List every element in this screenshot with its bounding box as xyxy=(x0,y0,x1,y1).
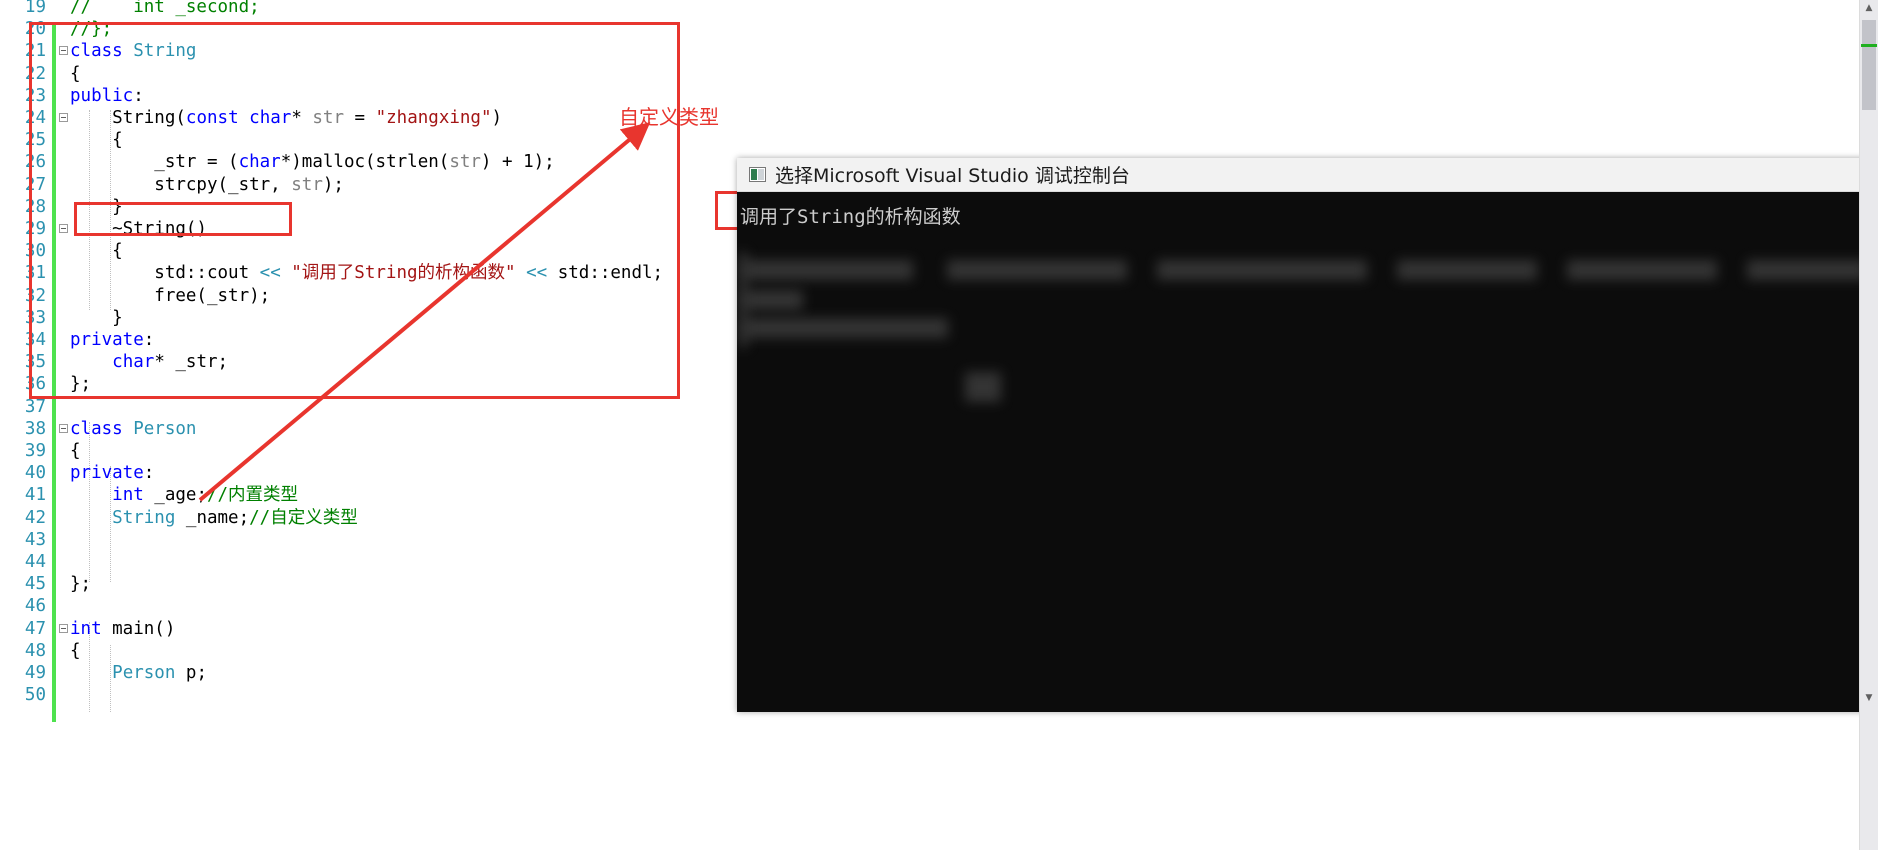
line-number: 45 xyxy=(24,574,46,595)
code-line-text: { xyxy=(70,241,123,262)
code-line-text: Person p; xyxy=(112,663,207,683)
code-line-text: }; xyxy=(70,374,92,395)
line-number: 28 xyxy=(24,196,46,217)
code-line-text: // int _second; xyxy=(70,0,260,17)
line-number: 25 xyxy=(24,130,46,151)
annotation-label-custom-type: 自定义类型 xyxy=(619,105,719,129)
console-output-area[interactable]: 调用了String的析构函数 xyxy=(737,192,1878,712)
code-line-text: { xyxy=(70,640,81,661)
fold-collapse-icon[interactable] xyxy=(59,46,68,56)
console-blurred-text xyxy=(1747,260,1867,280)
console-blurred-text xyxy=(1397,260,1537,280)
console-titlebar[interactable]: 选择Microsoft Visual Studio 调试控制台 xyxy=(737,158,1878,192)
code-line-text: class Person xyxy=(70,418,197,439)
line-number: 35 xyxy=(24,352,46,373)
line-number: 44 xyxy=(24,552,46,572)
code-line-text: ~String() xyxy=(70,219,207,239)
line-number: 36 xyxy=(24,374,46,395)
code-line-text: class String xyxy=(70,41,197,62)
console-blurred-text xyxy=(1567,260,1717,280)
line-number: 20 xyxy=(24,19,46,40)
code-line-text: strcpy(_str, str); xyxy=(70,174,344,195)
code-line-text: std::cout << "调用了String的析构函数" << std::en… xyxy=(70,263,664,284)
line-number: 30 xyxy=(24,241,46,262)
fold-collapse-icon[interactable] xyxy=(59,224,68,233)
line-number: 33 xyxy=(24,307,46,328)
line-number: 40 xyxy=(24,463,46,484)
code-line-text: private: xyxy=(70,330,155,350)
scroll-down-arrow-icon[interactable]: ▼ xyxy=(1860,690,1878,707)
line-number: 46 xyxy=(24,596,46,617)
line-number: 50 xyxy=(24,685,46,706)
code-line-text: int _age;//内置类型 xyxy=(112,485,299,506)
line-number: 27 xyxy=(24,174,46,195)
fold-collapse-icon[interactable] xyxy=(59,423,68,433)
code-line[interactable]: 20 //}; xyxy=(0,18,1548,40)
line-number: 32 xyxy=(24,285,46,306)
console-window-title: 选择Microsoft Visual Studio 调试控制台 xyxy=(775,165,1130,187)
code-line-text: int main() xyxy=(70,618,176,639)
console-blurred-text xyxy=(743,318,948,338)
code-line-text: free(_str); xyxy=(70,285,271,306)
console-app-icon xyxy=(749,167,766,182)
scroll-up-arrow-icon[interactable]: ▲ xyxy=(1860,0,1878,17)
scrollbar-change-marker xyxy=(1861,44,1877,47)
line-number: 37 xyxy=(24,396,46,417)
line-number: 23 xyxy=(24,85,46,106)
fold-collapse-icon[interactable] xyxy=(59,113,68,122)
code-line[interactable]: 25 { xyxy=(0,129,1548,151)
console-blurred-text xyxy=(1157,260,1367,280)
line-number: 21 xyxy=(24,41,46,62)
console-blurred-cursor xyxy=(965,372,1001,402)
console-blurred-text xyxy=(743,290,803,310)
code-line[interactable]: 21 class String xyxy=(0,40,1548,62)
line-number: 43 xyxy=(24,529,46,550)
console-blurred-text xyxy=(947,260,1127,280)
console-blurred-text xyxy=(743,260,913,280)
code-line[interactable]: 24 String(const char* str = "zhangxing") xyxy=(0,107,1548,129)
line-number: 31 xyxy=(24,263,46,284)
line-number: 34 xyxy=(24,330,46,350)
code-line-text: }; xyxy=(70,574,92,595)
code-line-text: //}; xyxy=(70,19,113,40)
code-line[interactable]: 19 // int _second; xyxy=(0,0,1548,18)
console-blurred-text xyxy=(739,252,747,348)
code-line-text: { xyxy=(70,441,81,461)
line-number: 38 xyxy=(24,418,46,439)
code-line-text: } xyxy=(70,307,123,328)
code-line-text: public: xyxy=(70,85,144,106)
line-number: 47 xyxy=(24,618,46,639)
line-number: 41 xyxy=(24,485,46,506)
code-line-text: String _name;//自定义类型 xyxy=(112,507,358,528)
editor-vertical-scrollbar[interactable]: ▲ ▼ xyxy=(1859,0,1878,850)
code-line-text: { xyxy=(70,130,123,151)
line-number: 39 xyxy=(24,441,46,461)
console-window[interactable]: 选择Microsoft Visual Studio 调试控制台 调用了Strin… xyxy=(737,158,1878,712)
line-number: 49 xyxy=(24,663,46,683)
code-line[interactable]: 22 { xyxy=(0,63,1548,85)
code-line-text: private: xyxy=(70,463,155,484)
console-output-line: 调用了String的析构函数 xyxy=(740,206,961,228)
line-number: 48 xyxy=(24,640,46,661)
line-number: 26 xyxy=(24,152,46,173)
line-number: 24 xyxy=(24,108,46,128)
code-line-text: String(const char* str = "zhangxing") xyxy=(112,108,503,128)
code-line-text: char* _str; xyxy=(112,352,229,373)
code-line-text: { xyxy=(70,63,81,84)
code-line-text: _str = (char*)malloc(strlen(str) + 1); xyxy=(70,152,555,173)
line-number: 22 xyxy=(24,63,46,84)
line-number: 29 xyxy=(24,219,46,239)
code-line[interactable]: 23 public: xyxy=(0,85,1548,107)
line-number: 42 xyxy=(24,507,46,528)
line-number: 19 xyxy=(24,0,46,17)
fold-collapse-icon[interactable] xyxy=(59,623,68,633)
code-line-text: } xyxy=(70,196,123,217)
scrollbar-thumb[interactable] xyxy=(1862,20,1876,110)
